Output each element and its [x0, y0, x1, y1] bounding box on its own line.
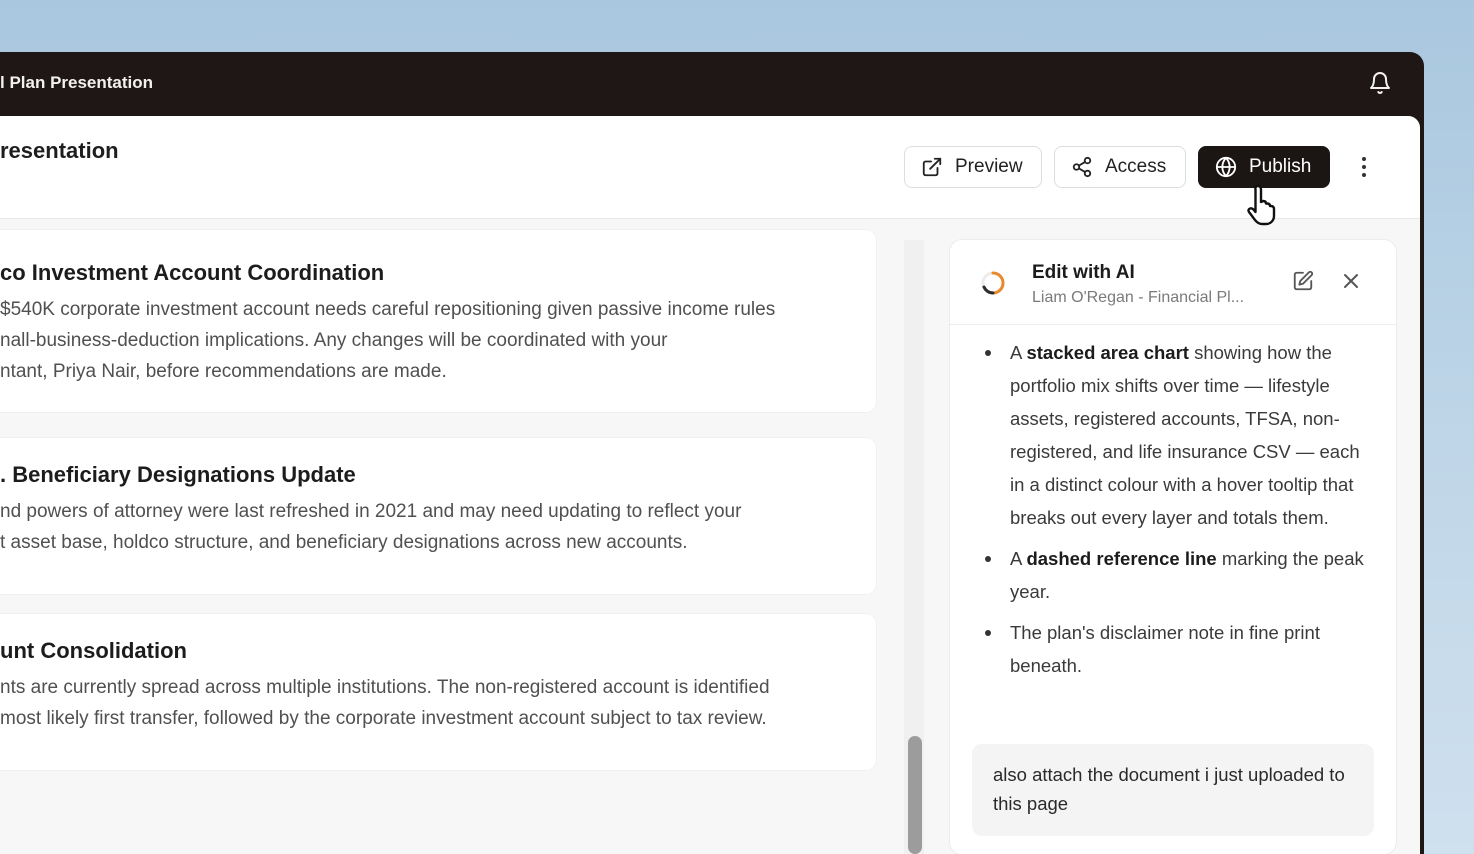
close-icon[interactable]	[1342, 272, 1360, 290]
ai-bullet-list: A stacked area chart showing how the por…	[950, 336, 1396, 682]
ai-panel-subtitle: Liam O'Regan - Financial Pl...	[1032, 289, 1245, 306]
globe-icon	[1215, 156, 1237, 178]
card-body: $540K corporate investment account needs…	[0, 299, 776, 382]
bell-icon[interactable]	[1368, 71, 1392, 95]
card-body: nts are currently spread across multiple…	[0, 677, 770, 729]
ai-panel-title: Edit with AI	[1032, 262, 1135, 283]
scrollbar-thumb[interactable]	[908, 736, 922, 854]
app-window: l Plan Presentation resentation Preview	[0, 52, 1424, 854]
main-content: resentation Preview Access Publish co In…	[0, 116, 1420, 854]
preview-label: Preview	[955, 156, 1023, 177]
ai-prompt-text: also attach the document i just uploaded…	[993, 764, 1345, 814]
card-title: co Investment Account Coordination	[0, 260, 385, 285]
hand-pointer-cursor-icon	[1247, 184, 1276, 226]
access-button[interactable]: Access	[1054, 146, 1186, 188]
preview-button[interactable]: Preview	[904, 146, 1042, 188]
external-link-icon	[922, 157, 942, 177]
ai-prompt-input[interactable]: also attach the document i just uploaded…	[972, 744, 1374, 836]
access-label: Access	[1105, 156, 1167, 177]
page-title: resentation	[0, 138, 119, 163]
edit-with-ai-panel: Edit with AI Liam O'Regan - Financial Pl…	[950, 240, 1396, 854]
card-account-consolidation: unt Consolidation nts are currently spre…	[0, 614, 876, 770]
card-holdco-investment: co Investment Account Coordination $540K…	[0, 230, 876, 412]
edit-icon[interactable]	[1292, 270, 1314, 292]
ai-message-body: A stacked area chart showing how the por…	[950, 336, 1396, 690]
window-title: l Plan Presentation	[0, 73, 154, 92]
page-header: resentation Preview Access Publish	[0, 116, 1420, 226]
ai-logo-icon	[981, 271, 1005, 295]
more-vertical-icon[interactable]	[1352, 154, 1376, 180]
share-icon	[1072, 156, 1092, 178]
card-beneficiary-designations: . Beneficiary Designations Update nd pow…	[0, 438, 876, 594]
ai-bullet-item: The plan's disclaimer note in fine print…	[985, 616, 1374, 682]
card-title: . Beneficiary Designations Update	[0, 462, 356, 487]
ai-panel-header: Edit with AI Liam O'Regan - Financial Pl…	[950, 240, 1396, 325]
card-body: nd powers of attorney were last refreshe…	[0, 501, 742, 553]
publish-label: Publish	[1249, 156, 1312, 177]
title-bar: l Plan Presentation	[0, 52, 1424, 116]
ai-bullet-item: A dashed reference line marking the peak…	[985, 542, 1374, 608]
card-title: unt Consolidation	[0, 638, 187, 663]
ai-bullet-item: A stacked area chart showing how the por…	[985, 336, 1374, 534]
